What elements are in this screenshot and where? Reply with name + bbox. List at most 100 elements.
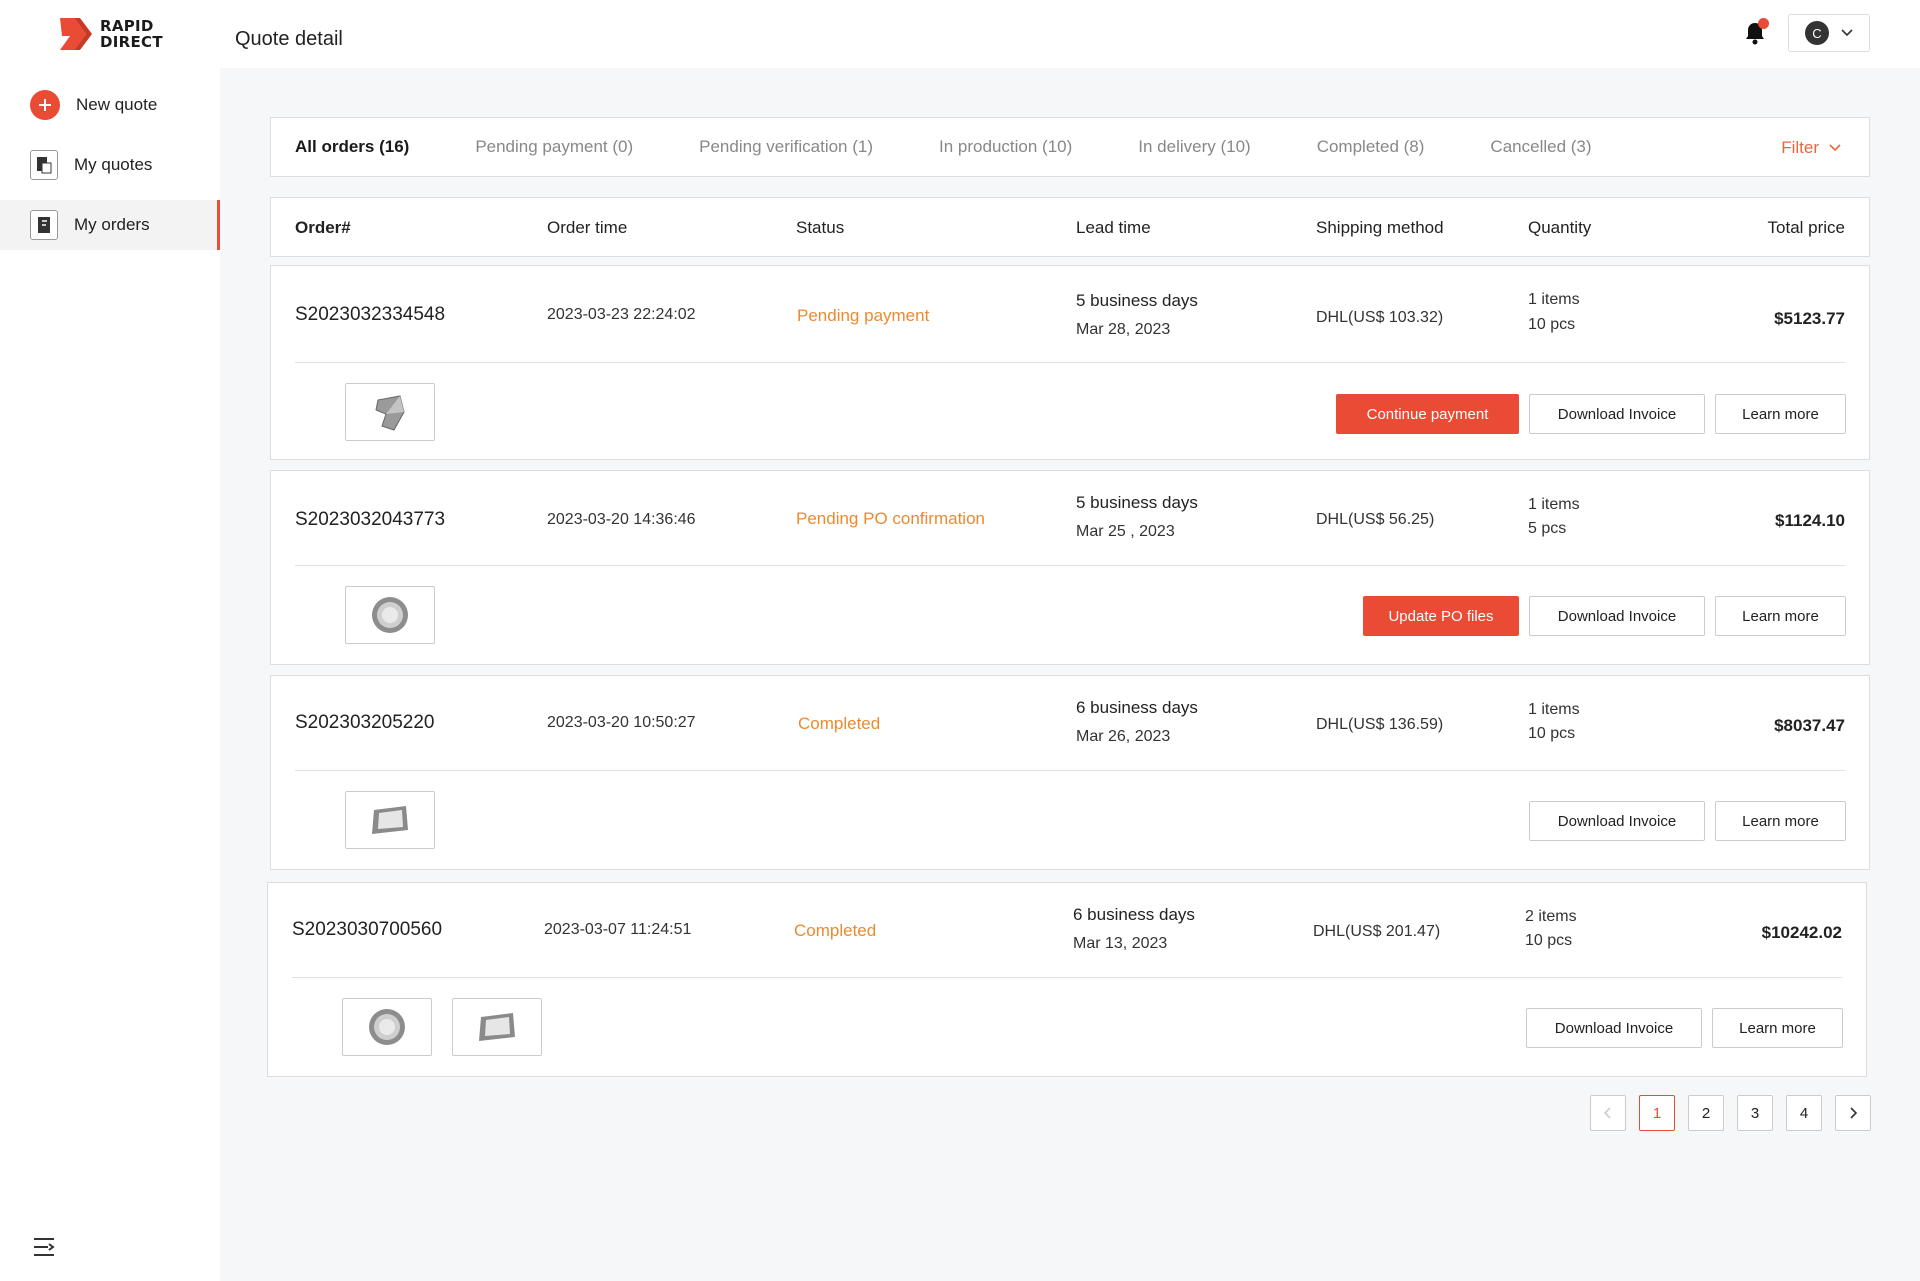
sidebar-nav: New quote My quotes My orders — [0, 80, 220, 260]
continue-payment-button[interactable]: Continue payment — [1336, 394, 1519, 434]
order-id[interactable]: S2023032334548 — [295, 304, 445, 326]
lead-time-date: Mar 28, 2023 — [1076, 321, 1171, 338]
chevron-down-icon — [1841, 29, 1853, 37]
brand-logo[interactable]: RAPID DIRECT — [58, 16, 163, 52]
row-divider — [295, 565, 1845, 566]
learn-more-button[interactable]: Learn more — [1715, 801, 1846, 841]
tab-in-delivery[interactable]: In delivery (10) — [1138, 137, 1250, 157]
order-row: S2023032043773 2023-03-20 14:36:46 Pendi… — [270, 470, 1870, 665]
download-invoice-button[interactable]: Download Invoice — [1529, 394, 1705, 434]
download-invoice-button[interactable]: Download Invoice — [1529, 801, 1705, 841]
rapid-direct-logo-icon — [60, 18, 92, 50]
chevron-left-icon — [1604, 1107, 1611, 1119]
shipping-method: DHL(US$ 103.32) — [1316, 309, 1444, 326]
row-divider — [295, 362, 1845, 363]
status-badge: Completed — [798, 714, 881, 733]
next-page-button[interactable] — [1835, 1095, 1871, 1131]
part-thumbnail[interactable] — [345, 383, 435, 441]
user-menu[interactable]: C — [1788, 14, 1870, 52]
order-id[interactable]: S2023030700560 — [292, 919, 442, 941]
column-order-time: Order time — [547, 218, 628, 237]
column-quantity: Quantity — [1528, 218, 1592, 237]
sidebar-item-my-orders[interactable]: My orders — [0, 200, 220, 250]
total-price: $10242.02 — [1761, 923, 1842, 942]
sidebar-item-my-quotes[interactable]: My quotes — [0, 140, 220, 190]
lead-time-date: Mar 26, 2023 — [1076, 728, 1171, 745]
part-thumbnail[interactable] — [342, 998, 432, 1056]
tab-completed[interactable]: Completed (8) — [1317, 137, 1425, 157]
plus-circle-icon — [30, 90, 60, 120]
shipping-method: DHL(US$ 56.25) — [1316, 511, 1435, 528]
row-divider — [292, 977, 1842, 978]
order-time: 2023-03-23 22:24:02 — [547, 306, 696, 323]
lead-time-days: 5 business days — [1076, 493, 1198, 512]
page-3-button[interactable]: 3 — [1737, 1095, 1773, 1131]
filter-label: Filter — [1781, 138, 1819, 157]
column-shipping: Shipping method — [1316, 218, 1444, 237]
total-price: $8037.47 — [1774, 716, 1845, 735]
prev-page-button[interactable] — [1590, 1095, 1626, 1131]
sidebar-item-label: My quotes — [74, 155, 153, 174]
part-thumbnail[interactable] — [345, 791, 435, 849]
shipping-method: DHL(US$ 201.47) — [1313, 923, 1441, 940]
brand-name: RAPID DIRECT — [100, 17, 163, 51]
quantity-pcs: 10 pcs — [1525, 932, 1573, 949]
shipping-method: DHL(US$ 136.59) — [1316, 716, 1444, 733]
chevron-down-icon — [1829, 144, 1841, 152]
order-id[interactable]: S2023032043773 — [295, 509, 445, 531]
quantity-items: 1 items — [1528, 701, 1580, 718]
bracket-part-icon — [375, 395, 405, 431]
order-id[interactable]: S202303205220 — [295, 712, 434, 734]
row-divider — [295, 770, 1845, 771]
sidebar-item-new-quote[interactable]: New quote — [0, 80, 220, 130]
learn-more-button[interactable]: Learn more — [1712, 1008, 1843, 1048]
part-thumbnail[interactable] — [345, 586, 435, 644]
pagination: 1 2 3 4 — [1590, 1095, 1871, 1131]
status-badge: Pending payment — [797, 306, 930, 325]
disc-part-icon — [369, 1009, 405, 1045]
lead-time-days: 6 business days — [1073, 905, 1195, 924]
status-badge: Completed — [794, 921, 877, 940]
order-row: S2023030700560 2023-03-07 11:24:51 Compl… — [267, 882, 1867, 1077]
filter-button[interactable]: Filter — [1781, 138, 1841, 158]
quantity-items: 1 items — [1528, 291, 1580, 308]
quote-doc-icon — [30, 150, 58, 180]
quantity-items: 1 items — [1528, 496, 1580, 513]
update-po-files-button[interactable]: Update PO files — [1363, 596, 1519, 636]
tab-pending-payment[interactable]: Pending payment (0) — [475, 137, 633, 157]
lead-time-days: 6 business days — [1076, 698, 1198, 717]
sidebar-item-label: My orders — [74, 215, 150, 234]
order-tabs: All orders (16) Pending payment (0) Pend… — [270, 117, 1870, 177]
learn-more-button[interactable]: Learn more — [1715, 596, 1846, 636]
avatar: C — [1805, 21, 1829, 45]
part-thumbnail[interactable] — [452, 998, 542, 1056]
learn-more-button[interactable]: Learn more — [1715, 394, 1846, 434]
sidebar-item-label: New quote — [76, 95, 158, 114]
tab-in-production[interactable]: In production (10) — [939, 137, 1072, 157]
tab-cancelled[interactable]: Cancelled (3) — [1490, 137, 1591, 157]
frame-part-icon — [479, 1013, 515, 1041]
page-1-button[interactable]: 1 — [1639, 1095, 1675, 1131]
order-row: S202303205220 2023-03-20 10:50:27 Comple… — [270, 675, 1870, 870]
lead-time-date: Mar 25 , 2023 — [1076, 523, 1175, 540]
status-badge: Pending PO confirmation — [796, 509, 985, 528]
collapse-menu-icon[interactable] — [32, 1236, 56, 1258]
quantity-pcs: 10 pcs — [1528, 725, 1576, 742]
column-lead-time: Lead time — [1076, 218, 1151, 237]
download-invoice-button[interactable]: Download Invoice — [1529, 596, 1705, 636]
page-4-button[interactable]: 4 — [1786, 1095, 1822, 1131]
download-invoice-button[interactable]: Download Invoice — [1526, 1008, 1702, 1048]
frame-part-icon — [372, 806, 408, 834]
quantity-items: 2 items — [1525, 908, 1577, 925]
column-order: Order# — [295, 218, 351, 237]
sidebar: RAPID DIRECT New quote My quotes My orde… — [0, 0, 220, 1281]
tab-all-orders[interactable]: All orders (16) — [295, 137, 409, 157]
tab-pending-verification[interactable]: Pending verification (1) — [699, 137, 873, 157]
order-time: 2023-03-20 10:50:27 — [547, 714, 696, 731]
topbar: Quote detail C — [220, 0, 1920, 68]
order-row: S2023032334548 2023-03-23 22:24:02 Pendi… — [270, 265, 1870, 460]
page-2-button[interactable]: 2 — [1688, 1095, 1724, 1131]
order-doc-icon — [30, 210, 58, 240]
order-time: 2023-03-20 14:36:46 — [547, 511, 696, 528]
quantity-pcs: 10 pcs — [1528, 316, 1576, 333]
